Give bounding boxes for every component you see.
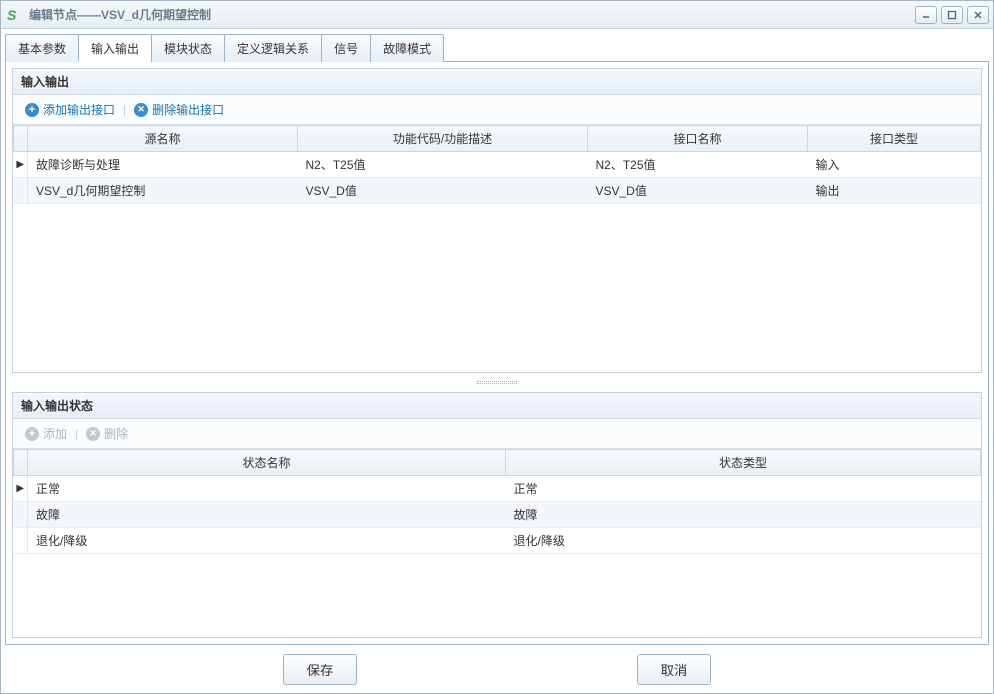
io-toolbar: + 添加输出接口 | ✕ 删除输出接口 [13,95,981,125]
cell-type[interactable]: 输出 [808,178,981,204]
tab-failure-mode[interactable]: 故障模式 [370,34,444,62]
add-state-label: 添加 [43,425,67,442]
row-indicator-icon [14,502,28,528]
table-row[interactable]: 退化/降级 退化/降级 [14,528,981,554]
io-col-source[interactable]: 源名称 [28,126,298,152]
cross-icon: ✕ [86,427,100,441]
splitter[interactable] [12,379,982,386]
plus-icon: + [25,103,39,117]
tab-bar: 基本参数 输入输出 模块状态 定义逻辑关系 信号 故障模式 [5,33,989,62]
app-icon: S [7,7,23,23]
plus-icon: + [25,427,39,441]
delete-output-label: 删除输出接口 [152,101,224,118]
footer: 保存 取消 [5,645,989,693]
window-title: 编辑节点——VSV_d几何期望控制 [29,6,915,23]
cell-state-name[interactable]: 退化/降级 [28,528,506,554]
cell-state-name[interactable]: 故障 [28,502,506,528]
state-col-indicator [14,450,28,476]
row-indicator-icon: ▶ [14,152,28,178]
state-grid: 状态名称 状态类型 ▶ 正常 正常 [13,449,981,554]
add-output-button[interactable]: + 添加输出接口 [21,99,119,120]
cell-source[interactable]: 故障诊断与处理 [28,152,298,178]
cell-state-type[interactable]: 退化/降级 [506,528,981,554]
minimize-button[interactable] [915,6,937,24]
row-indicator-icon [14,528,28,554]
tab-module-state[interactable]: 模块状态 [151,34,225,62]
table-row[interactable]: VSV_d几何期望控制 VSV_D值 VSV_D值 输出 [14,178,981,204]
add-state-button[interactable]: + 添加 [21,423,71,444]
state-col-type[interactable]: 状态类型 [506,450,981,476]
cell-state-type[interactable]: 故障 [506,502,981,528]
state-col-name[interactable]: 状态名称 [28,450,506,476]
tab-io[interactable]: 输入输出 [78,34,152,62]
tab-signal[interactable]: 信号 [321,34,371,62]
dialog-window: S 编辑节点——VSV_d几何期望控制 基本参数 输入输出 模块状态 定义逻辑关… [0,0,994,694]
cancel-button[interactable]: 取消 [637,654,711,685]
tab-logic-relation[interactable]: 定义逻辑关系 [224,34,322,62]
table-row[interactable]: 故障 故障 [14,502,981,528]
tab-basic-params[interactable]: 基本参数 [5,34,79,62]
row-indicator-icon: ▶ [14,476,28,502]
cross-icon: ✕ [134,103,148,117]
delete-state-label: 删除 [104,425,128,442]
window-controls [915,6,989,24]
delete-state-button[interactable]: ✕ 删除 [82,423,132,444]
io-panel-title: 输入输出 [13,69,981,95]
titlebar: S 编辑节点——VSV_d几何期望控制 [1,1,993,29]
io-grid: 源名称 功能代码/功能描述 接口名称 接口类型 ▶ 故障诊断与处理 N2、T25… [13,125,981,204]
row-indicator-icon [14,178,28,204]
state-panel: 输入输出状态 + 添加 | ✕ 删除 [12,392,982,638]
state-grid-scroll[interactable]: 状态名称 状态类型 ▶ 正常 正常 [13,449,981,637]
maximize-button[interactable] [941,6,963,24]
state-panel-title: 输入输出状态 [13,393,981,419]
io-panel: 输入输出 + 添加输出接口 | ✕ 删除输出接口 [12,68,982,373]
toolbar-separator: | [75,427,78,441]
tab-body: 输入输出 + 添加输出接口 | ✕ 删除输出接口 [5,62,989,645]
table-row[interactable]: ▶ 故障诊断与处理 N2、T25值 N2、T25值 输入 [14,152,981,178]
save-button[interactable]: 保存 [283,654,357,685]
table-row[interactable]: ▶ 正常 正常 [14,476,981,502]
delete-output-button[interactable]: ✕ 删除输出接口 [130,99,228,120]
toolbar-separator: | [123,103,126,117]
cell-iface[interactable]: N2、T25值 [588,152,808,178]
splitter-grip-icon [477,381,517,384]
cell-iface[interactable]: VSV_D值 [588,178,808,204]
cell-source[interactable]: VSV_d几何期望控制 [28,178,298,204]
state-toolbar: + 添加 | ✕ 删除 [13,419,981,449]
cell-type[interactable]: 输入 [808,152,981,178]
close-button[interactable] [967,6,989,24]
cell-state-type[interactable]: 正常 [506,476,981,502]
io-col-type[interactable]: 接口类型 [808,126,981,152]
io-col-iface[interactable]: 接口名称 [588,126,808,152]
cell-func[interactable]: VSV_D值 [298,178,588,204]
add-output-label: 添加输出接口 [43,101,115,118]
io-grid-scroll[interactable]: 源名称 功能代码/功能描述 接口名称 接口类型 ▶ 故障诊断与处理 N2、T25… [13,125,981,372]
io-col-func[interactable]: 功能代码/功能描述 [298,126,588,152]
io-col-indicator [14,126,28,152]
cell-state-name[interactable]: 正常 [28,476,506,502]
content-area: 基本参数 输入输出 模块状态 定义逻辑关系 信号 故障模式 输入输出 + 添加输… [1,29,993,693]
cell-func[interactable]: N2、T25值 [298,152,588,178]
